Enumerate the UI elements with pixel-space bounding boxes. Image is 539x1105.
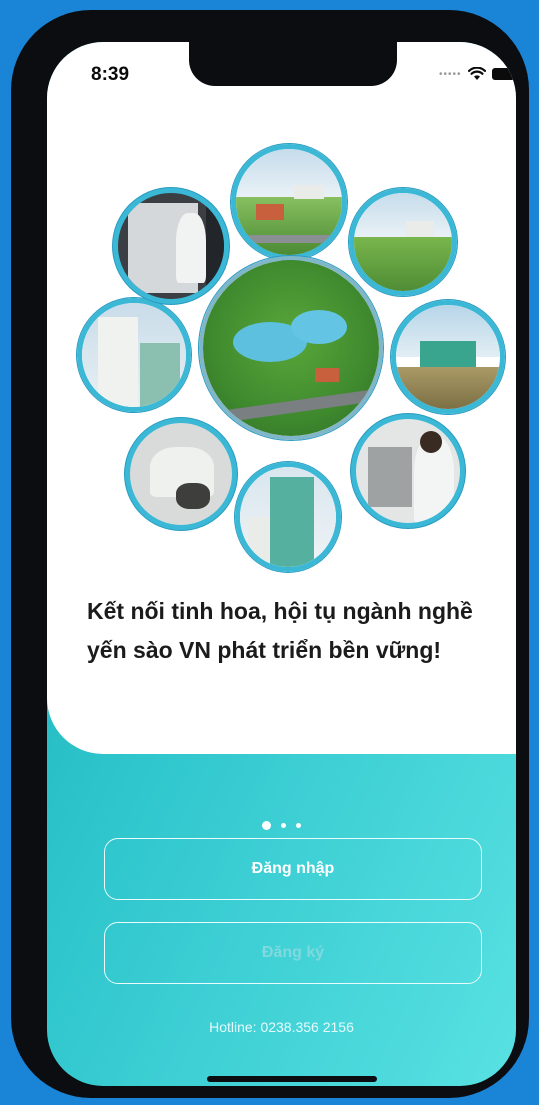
onboarding-pagination [47,821,516,830]
hero-area: 8:39 ••••• Kết nối tinh hoa, hội tụ ngàn… [47,42,516,754]
battery-icon [491,68,516,80]
photo-green-building [391,300,505,414]
page-dot-1[interactable] [262,821,271,830]
wifi-icon [467,67,486,80]
page-dot-3[interactable] [296,823,301,828]
login-button[interactable]: Đăng nhập [104,838,482,900]
app-screen: 8:39 ••••• Kết nối tinh hoa, hội tụ ngàn… [47,42,516,1086]
industry-photo-collage [47,132,516,602]
photo-center-pond-park [199,256,383,440]
signal-dots-icon: ••••• [439,68,462,80]
page-dot-2[interactable] [281,823,286,828]
phone-frame: 8:39 ••••• Kết nối tinh hoa, hội tụ ngàn… [11,10,529,1098]
tagline-text: Kết nối tinh hoa, hội tụ ngành nghề yến … [87,598,473,663]
home-indicator[interactable] [207,1076,377,1082]
register-button[interactable]: Đăng ký [104,922,482,984]
status-icons: ••••• [439,66,516,82]
photo-white-building [77,298,191,412]
device-notch [189,42,397,86]
hotline-text[interactable]: Hotline: 0238.356 2156 [47,1019,516,1035]
status-time: 8:39 [91,64,130,85]
photo-resort-aerial [231,144,347,260]
photo-tall-building [235,462,341,572]
